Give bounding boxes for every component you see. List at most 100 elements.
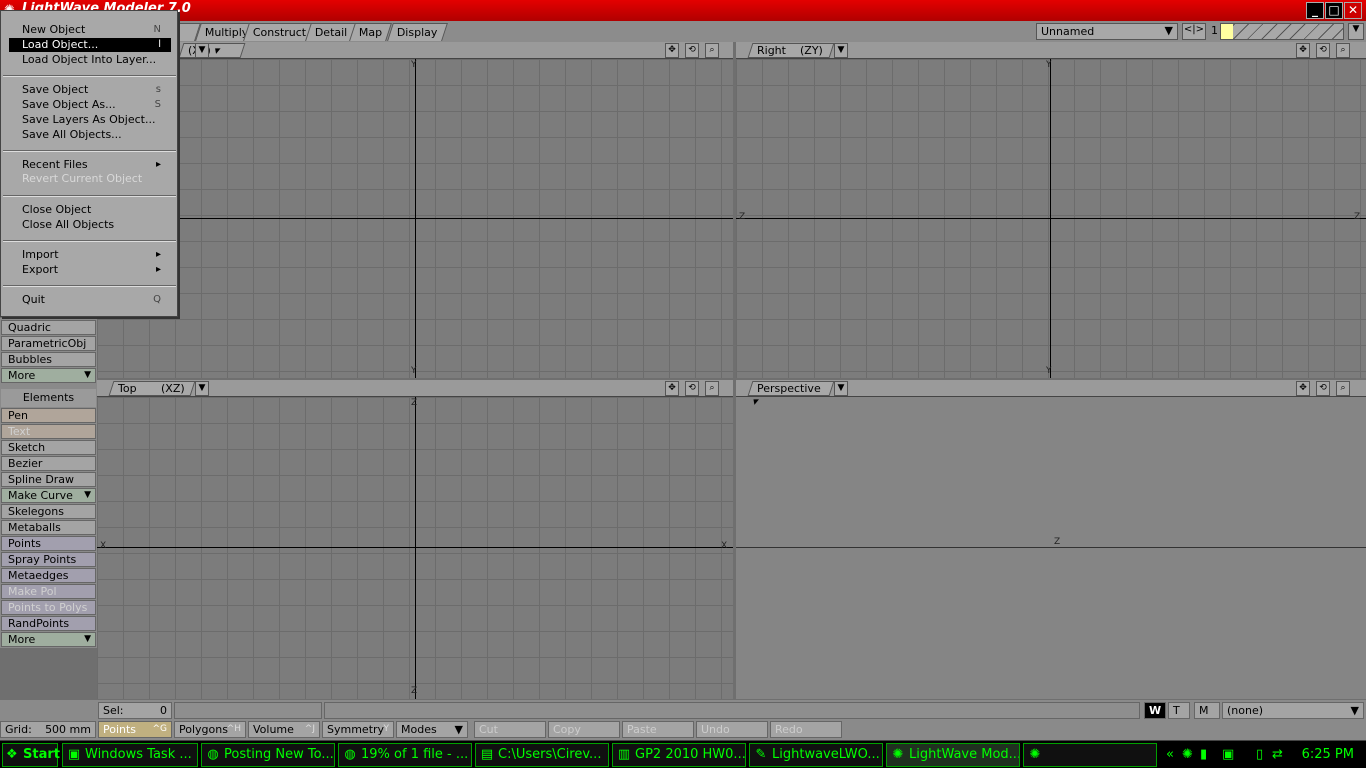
- app-tray-icon[interactable]: ▣: [1222, 743, 1234, 767]
- points-to-polys-button[interactable]: Points to Polys: [1, 600, 96, 615]
- menu-load-object-into-layer[interactable]: Load Object Into Layer...: [9, 53, 171, 67]
- rotate-view-icon[interactable]: ⟲: [1316, 43, 1330, 58]
- layer-slots[interactable]: [1220, 23, 1344, 40]
- taskbar-item-explorer[interactable]: ▤ C:\Users\Cirev...: [475, 743, 609, 767]
- viewport-top[interactable]: Top (XZ)▾ ▼ ✥ ⟲ ⌕ X X Z Z: [97, 380, 733, 699]
- more-elements-button[interactable]: More ▼: [1, 632, 96, 647]
- bubbles-button[interactable]: Bubbles: [1, 352, 96, 367]
- viewport-view-dropdown[interactable]: (XY) ▾: [178, 43, 246, 58]
- volume-mode-button[interactable]: Volume ^J: [248, 721, 320, 738]
- title-bar[interactable]: ✺ LightWave Modeler 7.0 _ □ ✕: [0, 0, 1366, 21]
- network-icon[interactable]: ⇄: [1272, 743, 1283, 767]
- taskbar-item-lightwave-modeler[interactable]: ✺ LightWave Mod...: [886, 743, 1020, 767]
- points-button[interactable]: Points: [1, 536, 96, 551]
- undo-button[interactable]: Undo: [696, 721, 768, 738]
- move-view-icon[interactable]: ✥: [1296, 43, 1310, 58]
- viewport-perspective[interactable]: Perspective ▾ ▼ ✥ ⟲ ⌕ Z: [736, 380, 1366, 699]
- taskbar-item-lightwave-hub[interactable]: ✺: [1023, 743, 1157, 767]
- tray-expand-button[interactable]: «: [1166, 743, 1174, 767]
- copy-button[interactable]: Copy: [548, 721, 620, 738]
- metaedges-button[interactable]: Metaedges: [1, 568, 96, 583]
- rotate-view-icon[interactable]: ⟲: [685, 43, 699, 58]
- viewport-view-dropdown[interactable]: Top (XZ)▾: [108, 381, 196, 408]
- layer-slot-active[interactable]: [1221, 24, 1233, 39]
- spline-draw-button[interactable]: Spline Draw: [1, 472, 96, 487]
- menu-quit[interactable]: Quit Q: [9, 293, 171, 307]
- viewport-mode-dropdown[interactable]: ▼: [834, 381, 848, 396]
- viewport-mode-dropdown[interactable]: ▼: [834, 43, 848, 58]
- viewport-right[interactable]: Right (ZY)▾ ▼ ✥ ⟲ ⌕ Z Z Y Y: [736, 42, 1366, 378]
- points-mode-button[interactable]: Points ^G: [98, 721, 172, 738]
- taskbar-item-pdf[interactable]: ▥ GP2 2010 HW0...: [612, 743, 746, 767]
- viewport-back[interactable]: (XY) ▾ ▼ ✥ ⟲ ⌕ Y Y: [97, 42, 733, 378]
- quadric-button[interactable]: Quadric: [1, 320, 96, 335]
- viewport-view-dropdown[interactable]: Right (ZY)▾: [747, 43, 835, 70]
- text-button[interactable]: Text: [1, 424, 96, 439]
- menu-new-object[interactable]: New Object N: [9, 23, 171, 37]
- menu-save-object-as[interactable]: Save Object As... S: [9, 98, 171, 112]
- viewport-mode-dropdown[interactable]: ▼: [195, 381, 209, 396]
- clock[interactable]: 6:25 PM: [1302, 743, 1354, 767]
- zoom-view-icon[interactable]: ⌕: [1336, 43, 1350, 58]
- wireframe-toggle[interactable]: W: [1144, 702, 1166, 719]
- layer-nav-buttons[interactable]: <|>: [1182, 23, 1206, 40]
- paste-button[interactable]: Paste: [622, 721, 694, 738]
- polygons-mode-button[interactable]: Polygons ^H: [174, 721, 246, 738]
- material-toggle[interactable]: M: [1194, 702, 1220, 719]
- menu-import[interactable]: Import ▸: [9, 248, 171, 262]
- tab-display[interactable]: Display: [387, 23, 448, 41]
- taskbar-item-task-manager[interactable]: ▣ Windows Task ...: [62, 743, 198, 767]
- maximize-button[interactable]: □: [1325, 2, 1343, 19]
- menu-load-object[interactable]: Load Object... l: [9, 38, 171, 52]
- zoom-view-icon[interactable]: ⌕: [705, 43, 719, 58]
- texture-toggle[interactable]: T: [1168, 702, 1190, 719]
- menu-close-all-objects[interactable]: Close All Objects: [9, 218, 171, 232]
- battery-icon[interactable]: ▯: [1256, 743, 1263, 767]
- bezier-button[interactable]: Bezier: [1, 456, 96, 471]
- make-pol-button[interactable]: Make Pol: [1, 584, 96, 599]
- parametricobj-button[interactable]: ParametricObj: [1, 336, 96, 351]
- menu-recent-files[interactable]: Recent Files ▸: [9, 158, 171, 172]
- rotate-view-icon[interactable]: ⟲: [1316, 381, 1330, 396]
- minimize-button[interactable]: _: [1306, 2, 1324, 19]
- chevron-down-icon: ▼: [84, 490, 91, 500]
- menu-save-object[interactable]: Save Object s: [9, 83, 171, 97]
- menu-save-layers-as-object[interactable]: Save Layers As Object...: [9, 113, 171, 127]
- viewport-mode-dropdown[interactable]: ▼: [195, 43, 209, 58]
- lightwave-tray-icon[interactable]: ✺: [1182, 743, 1193, 767]
- close-button[interactable]: ✕: [1344, 2, 1362, 19]
- layer-menu-button[interactable]: ▼: [1348, 23, 1364, 40]
- viewport-view-dropdown[interactable]: Perspective ▾: [747, 381, 835, 408]
- sketch-button[interactable]: Sketch: [1, 440, 96, 455]
- move-view-icon[interactable]: ✥: [665, 43, 679, 58]
- pencil-icon: ✎: [755, 747, 767, 762]
- rotate-view-icon[interactable]: ⟲: [685, 381, 699, 396]
- symmetry-button[interactable]: Symmetry Y: [322, 721, 394, 738]
- menu-revert-current-object[interactable]: Revert Current Object: [9, 172, 171, 186]
- object-dropdown[interactable]: Unnamed ▼: [1036, 23, 1178, 40]
- zoom-view-icon[interactable]: ⌕: [705, 381, 719, 396]
- surface-dropdown[interactable]: (none) ▼: [1222, 702, 1364, 719]
- randpoints-button[interactable]: RandPoints: [1, 616, 96, 631]
- tab-map[interactable]: Map: [349, 23, 393, 41]
- spray-points-button[interactable]: Spray Points: [1, 552, 96, 567]
- make-curve-button[interactable]: Make Curve ▼: [1, 488, 96, 503]
- taskbar-item-file-copy[interactable]: ◍ 19% of 1 file - ...: [338, 743, 472, 767]
- redo-button[interactable]: Redo: [770, 721, 842, 738]
- start-button[interactable]: ❖ Start: [2, 743, 60, 767]
- menu-export[interactable]: Export ▸: [9, 263, 171, 277]
- pen-button[interactable]: Pen: [1, 408, 96, 423]
- more-primitives-button[interactable]: More ▼: [1, 368, 96, 383]
- drive-icon[interactable]: ▮: [1200, 743, 1207, 767]
- taskbar-item-posting[interactable]: ◍ Posting New To...: [201, 743, 335, 767]
- menu-save-all-objects[interactable]: Save All Objects...: [9, 128, 171, 142]
- taskbar-item-lightwave-lwo[interactable]: ✎ LightwaveLWO...: [749, 743, 883, 767]
- modes-dropdown[interactable]: Modes ▼: [396, 721, 468, 738]
- move-view-icon[interactable]: ✥: [665, 381, 679, 396]
- cut-button[interactable]: Cut: [474, 721, 546, 738]
- move-view-icon[interactable]: ✥: [1296, 381, 1310, 396]
- skelegons-button[interactable]: Skelegons: [1, 504, 96, 519]
- zoom-view-icon[interactable]: ⌕: [1336, 381, 1350, 396]
- metaballs-button[interactable]: Metaballs: [1, 520, 96, 535]
- menu-close-object[interactable]: Close Object: [9, 203, 171, 217]
